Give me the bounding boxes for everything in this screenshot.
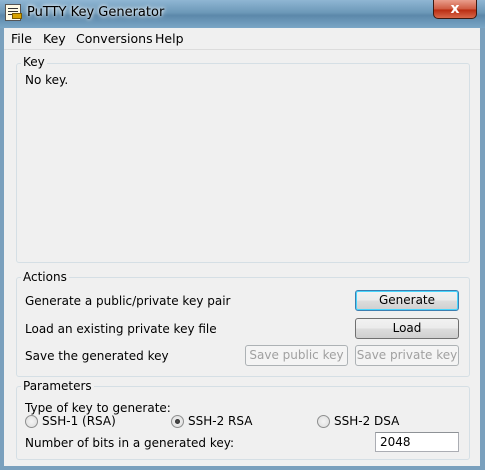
menu-key[interactable]: Key bbox=[43, 31, 66, 46]
menu-bar: File Key Conversions Help bbox=[4, 28, 480, 48]
key-type-label: Type of key to generate: bbox=[25, 401, 171, 415]
bits-input[interactable]: 2048 bbox=[375, 432, 459, 452]
radio-ssh1-rsa-label[interactable]: SSH-1 (RSA) bbox=[42, 414, 116, 428]
load-label: Load an existing private key file bbox=[25, 322, 217, 336]
radio-ssh2-dsa[interactable] bbox=[317, 415, 330, 428]
key-group-label: Key bbox=[21, 55, 47, 69]
menu-conversions[interactable]: Conversions bbox=[76, 31, 153, 46]
save-private-key-button[interactable]: Save private key bbox=[355, 345, 459, 366]
menu-separator bbox=[4, 49, 480, 50]
generate-button[interactable]: Generate bbox=[355, 290, 459, 311]
save-label: Save the generated key bbox=[25, 349, 169, 363]
bits-label: Number of bits in a generated key: bbox=[25, 436, 235, 450]
radio-ssh2-rsa-label[interactable]: SSH-2 RSA bbox=[188, 414, 252, 428]
menu-file[interactable]: File bbox=[11, 31, 32, 46]
putty-key-icon bbox=[5, 4, 22, 21]
close-button[interactable]: x bbox=[433, 0, 477, 19]
save-public-key-button[interactable]: Save public key bbox=[245, 345, 348, 366]
menu-help[interactable]: Help bbox=[155, 31, 184, 46]
generate-label: Generate a public/private key pair bbox=[25, 294, 231, 308]
actions-group-label: Actions bbox=[21, 270, 69, 284]
parameters-group-label: Parameters bbox=[21, 379, 94, 393]
window-body: File Key Conversions Help Key No key. Ac… bbox=[4, 28, 480, 466]
radio-ssh2-rsa[interactable] bbox=[171, 415, 184, 428]
load-button[interactable]: Load bbox=[355, 318, 459, 339]
radio-ssh1-rsa[interactable] bbox=[25, 415, 38, 428]
key-display-text: No key. bbox=[25, 73, 69, 87]
window-title: PuTTY Key Generator bbox=[27, 5, 165, 20]
title-bar[interactable]: PuTTY Key Generator x bbox=[0, 0, 485, 28]
key-group bbox=[16, 63, 470, 263]
radio-ssh2-dsa-label[interactable]: SSH-2 DSA bbox=[334, 414, 399, 428]
